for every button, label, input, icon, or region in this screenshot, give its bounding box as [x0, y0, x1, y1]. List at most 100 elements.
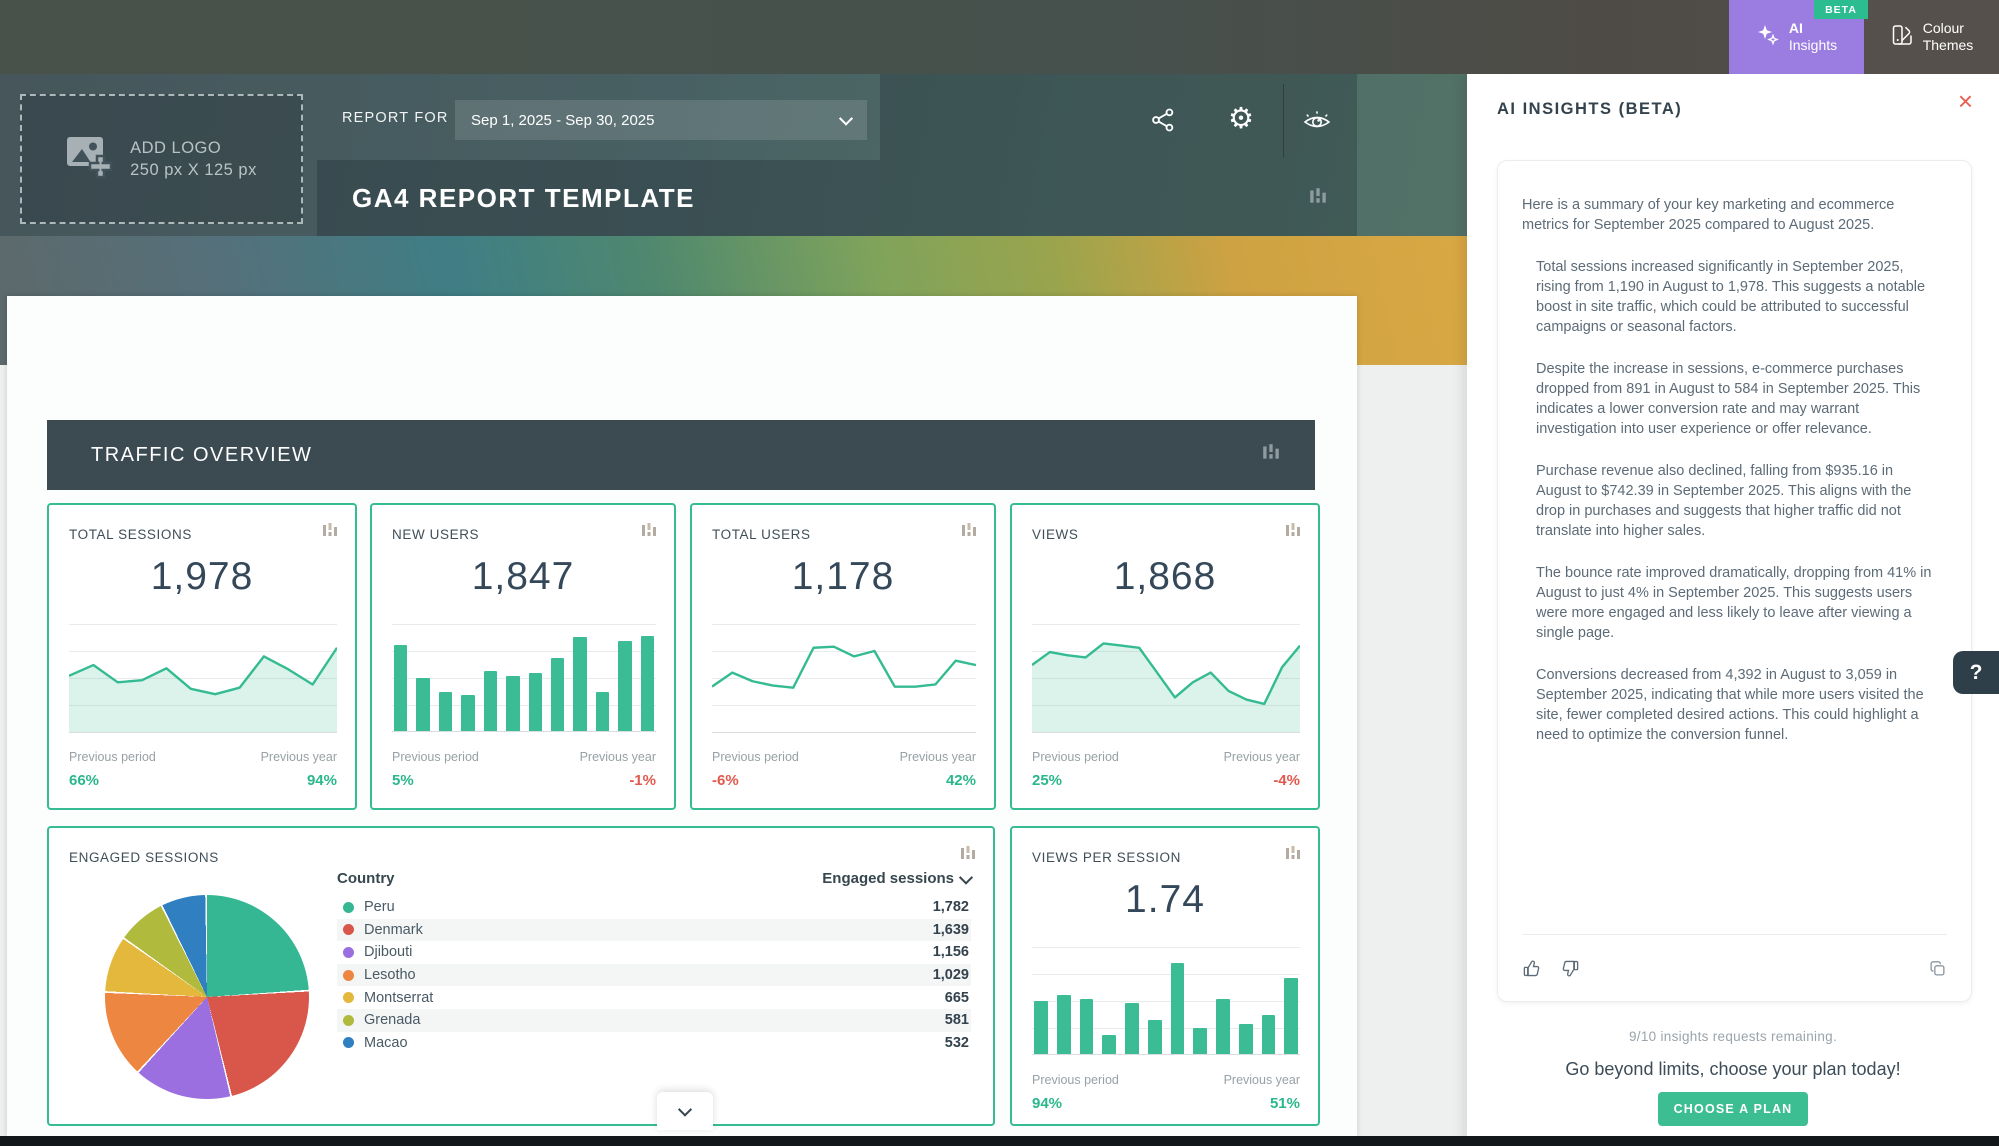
prev-period-label: Previous period	[1032, 1073, 1119, 1087]
palette-icon	[1890, 23, 1914, 52]
engaged-sessions-value: 1,156	[933, 944, 969, 960]
section-chart-icon[interactable]	[1261, 442, 1281, 468]
prev-period-value: 25%	[1032, 772, 1062, 789]
header-overlay	[880, 74, 1357, 236]
share-icon[interactable]	[1148, 105, 1178, 135]
widget-chart-icon[interactable]	[1284, 521, 1302, 544]
bar	[1080, 999, 1094, 1054]
prev-period-label: Previous period	[712, 750, 799, 764]
engaged-sessions-value: 1,782	[933, 899, 969, 915]
widget-views-per-session: VIEWS PER SESSION 1.74 Previous periodPr…	[1010, 826, 1320, 1126]
bar	[416, 678, 429, 732]
table-header-row: Country Engaged sessions	[337, 870, 971, 896]
prev-year-value: 42%	[946, 772, 976, 789]
ai-paragraph: Here is a summary of your key marketing …	[1522, 195, 1941, 235]
ai-paragraph: Purchase revenue also declined, falling …	[1536, 461, 1941, 541]
bar	[1216, 999, 1230, 1054]
widget-value: 1,868	[1012, 555, 1318, 599]
bar	[1125, 1003, 1139, 1054]
engaged-sessions-value: 1,029	[933, 967, 969, 983]
thumbs-up-icon[interactable]	[1522, 959, 1541, 978]
widget-views: VIEWS 1,868 Previous periodPrevious year…	[1010, 503, 1320, 810]
add-image-icon	[66, 136, 114, 183]
widget-total-sessions: TOTAL SESSIONS 1,978 Previous periodPrev…	[47, 503, 357, 810]
new-users-sparkline	[392, 624, 656, 732]
bar	[506, 676, 519, 731]
bar	[461, 695, 474, 731]
bar	[1057, 995, 1071, 1054]
legend-dot	[343, 1037, 354, 1048]
thumbs-down-icon[interactable]	[1561, 959, 1580, 978]
country-name: Grenada	[364, 1012, 420, 1028]
app: AI Insights Colour Themes BETA ADD LOGO …	[0, 0, 1999, 1146]
country-name: Lesotho	[364, 967, 416, 983]
widget-new-users: NEW USERS 1,847 Previous periodPrevious …	[370, 503, 676, 810]
prev-year-label: Previous year	[580, 750, 656, 764]
sort-chevron-icon	[959, 870, 973, 884]
widget-chart-icon[interactable]	[959, 844, 977, 867]
widget-chart-icon[interactable]	[321, 521, 339, 544]
add-logo-dropzone[interactable]: ADD LOGO 250 px X 125 px	[20, 94, 303, 224]
preview-eye-icon[interactable]	[1302, 106, 1332, 136]
ai-insights-panel: AI INSIGHTS (BETA) × Here is a summary o…	[1467, 74, 1999, 1146]
chevron-down-icon	[839, 112, 853, 126]
choose-a-plan-button[interactable]: CHOOSE A PLAN	[1658, 1092, 1808, 1126]
gear-icon[interactable]: ⚙	[1226, 103, 1256, 133]
expand-table-button[interactable]	[657, 1092, 713, 1130]
legend-dot	[343, 947, 354, 958]
widget-chart-icon[interactable]	[1284, 844, 1302, 867]
widget-title: TOTAL USERS	[712, 527, 811, 542]
bar	[1262, 1015, 1276, 1054]
report-for-label: REPORT FOR	[342, 110, 449, 126]
bar	[1034, 1001, 1048, 1055]
bar	[641, 636, 654, 731]
legend-dot	[343, 992, 354, 1003]
legend-dot	[343, 970, 354, 981]
colour-themes-label-line2: Themes	[1923, 37, 1974, 53]
table-row: Montserrat 665	[337, 986, 971, 1009]
legend-dot	[343, 902, 354, 913]
add-logo-label: ADD LOGO	[130, 139, 221, 157]
bar	[1102, 1035, 1116, 1054]
date-range-select[interactable]: Sep 1, 2025 - Sep 30, 2025	[455, 100, 867, 140]
column-header-engaged-sessions[interactable]: Engaged sessions	[822, 870, 971, 887]
country-name: Montserrat	[364, 990, 433, 1006]
widget-title: VIEWS	[1032, 527, 1079, 542]
table-row: Peru1,782	[337, 896, 971, 919]
engaged-sessions-value: 665	[945, 990, 969, 1006]
bar	[484, 671, 497, 731]
prev-period-value: 66%	[69, 772, 99, 789]
country-name: Denmark	[364, 922, 423, 938]
bar	[1148, 1020, 1162, 1054]
table-row: Lesotho 1,029	[337, 964, 971, 987]
engaged-sessions-table: Country Engaged sessions Peru1,782 Denmar…	[337, 870, 971, 1054]
bar	[1193, 1028, 1207, 1054]
colour-themes-button[interactable]: Colour Themes	[1864, 0, 1999, 74]
help-button[interactable]: ?	[1953, 651, 1999, 694]
close-icon[interactable]: ×	[1958, 88, 1973, 114]
ai-summary-card: Here is a summary of your key marketing …	[1497, 160, 1972, 1002]
prev-year-label: Previous year	[900, 750, 976, 764]
prev-year-label: Previous year	[1224, 1073, 1300, 1087]
widget-total-users: TOTAL USERS 1,178 Previous periodPreviou…	[690, 503, 996, 810]
ai-feedback-bar	[1522, 934, 1947, 1001]
prev-period-value: 5%	[392, 772, 414, 789]
logo-size-hint: 250 px X 125 px	[130, 161, 257, 179]
bar	[394, 645, 407, 731]
insights-remaining-text: 9/10 insights requests remaining.	[1467, 1029, 1999, 1044]
table-row: Djibouti 1,156	[337, 941, 971, 964]
prev-year-label: Previous year	[1224, 750, 1300, 764]
ai-insights-label-line1: AI	[1789, 20, 1803, 36]
report-title-chart-icon[interactable]	[1308, 186, 1328, 211]
table-row: Grenada581	[337, 1009, 971, 1032]
widget-chart-icon[interactable]	[640, 521, 658, 544]
widget-chart-icon[interactable]	[960, 521, 978, 544]
total-users-sparkline	[712, 624, 976, 733]
copy-icon[interactable]	[1928, 959, 1947, 978]
views-sparkline	[1032, 624, 1300, 733]
bar	[596, 692, 609, 731]
widget-title: VIEWS PER SESSION	[1032, 850, 1181, 865]
country-name: Djibouti	[364, 944, 412, 960]
widget-title: TOTAL SESSIONS	[69, 527, 192, 542]
widget-title: NEW USERS	[392, 527, 479, 542]
